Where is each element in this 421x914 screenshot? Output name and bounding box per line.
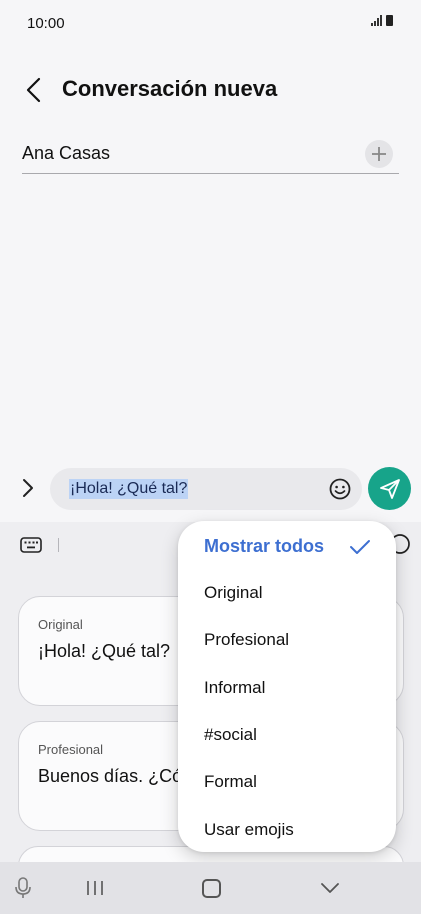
- menu-item-formal[interactable]: Formal: [204, 772, 257, 792]
- chevron-left-icon: [26, 77, 41, 103]
- recent-apps-icon[interactable]: [85, 880, 105, 896]
- keyboard-icon: [20, 537, 42, 553]
- composer-bar: ¡Hola! ¿Qué tal?: [0, 462, 421, 516]
- signal-icon: [371, 15, 382, 26]
- status-bar: 10:00: [0, 0, 421, 48]
- plus-icon: [372, 147, 386, 161]
- tone-dropdown-menu: Mostrar todos Original Profesional Infor…: [178, 521, 396, 852]
- recipient-field[interactable]: Ana Casas: [22, 136, 399, 174]
- page-title: Conversación nueva: [62, 76, 278, 101]
- recipient-name: Ana Casas: [22, 143, 111, 163]
- check-icon: [348, 535, 372, 559]
- expand-options-button[interactable]: [14, 474, 42, 502]
- message-input[interactable]: ¡Hola! ¿Qué tal?: [50, 468, 362, 510]
- smiley-icon: [329, 478, 351, 500]
- menu-item-original[interactable]: Original: [204, 583, 263, 603]
- emoji-button[interactable]: [328, 477, 352, 501]
- system-nav-bar: [0, 862, 421, 914]
- toolbar-divider: [58, 538, 59, 552]
- menu-item-selected[interactable]: Mostrar todos: [204, 536, 324, 557]
- status-icons: [371, 15, 393, 26]
- mic-icon[interactable]: [13, 876, 33, 900]
- battery-icon: [386, 15, 393, 26]
- back-button[interactable]: [18, 74, 50, 106]
- card-label: Profesional: [38, 742, 104, 757]
- menu-item-social[interactable]: #social: [204, 725, 257, 745]
- message-text-selected[interactable]: ¡Hola! ¿Qué tal?: [69, 479, 189, 499]
- chevron-right-icon: [23, 479, 33, 497]
- menu-item-profesional[interactable]: Profesional: [204, 630, 289, 650]
- back-icon[interactable]: [318, 878, 342, 898]
- card-text: Buenos días. ¿Có: [38, 766, 183, 786]
- add-recipient-button[interactable]: [365, 140, 393, 168]
- send-button[interactable]: [368, 467, 411, 510]
- menu-item-usar-emojis[interactable]: Usar emojis: [204, 820, 294, 840]
- home-icon[interactable]: [202, 879, 221, 898]
- status-time: 10:00: [27, 15, 65, 32]
- app-bar: Conversación nueva: [0, 60, 421, 118]
- send-icon: [380, 479, 400, 499]
- card-label: Original: [38, 617, 83, 632]
- keyboard-button[interactable]: [20, 536, 42, 554]
- menu-item-informal[interactable]: Informal: [204, 678, 265, 698]
- card-text: ¡Hola! ¿Qué tal?: [38, 641, 171, 661]
